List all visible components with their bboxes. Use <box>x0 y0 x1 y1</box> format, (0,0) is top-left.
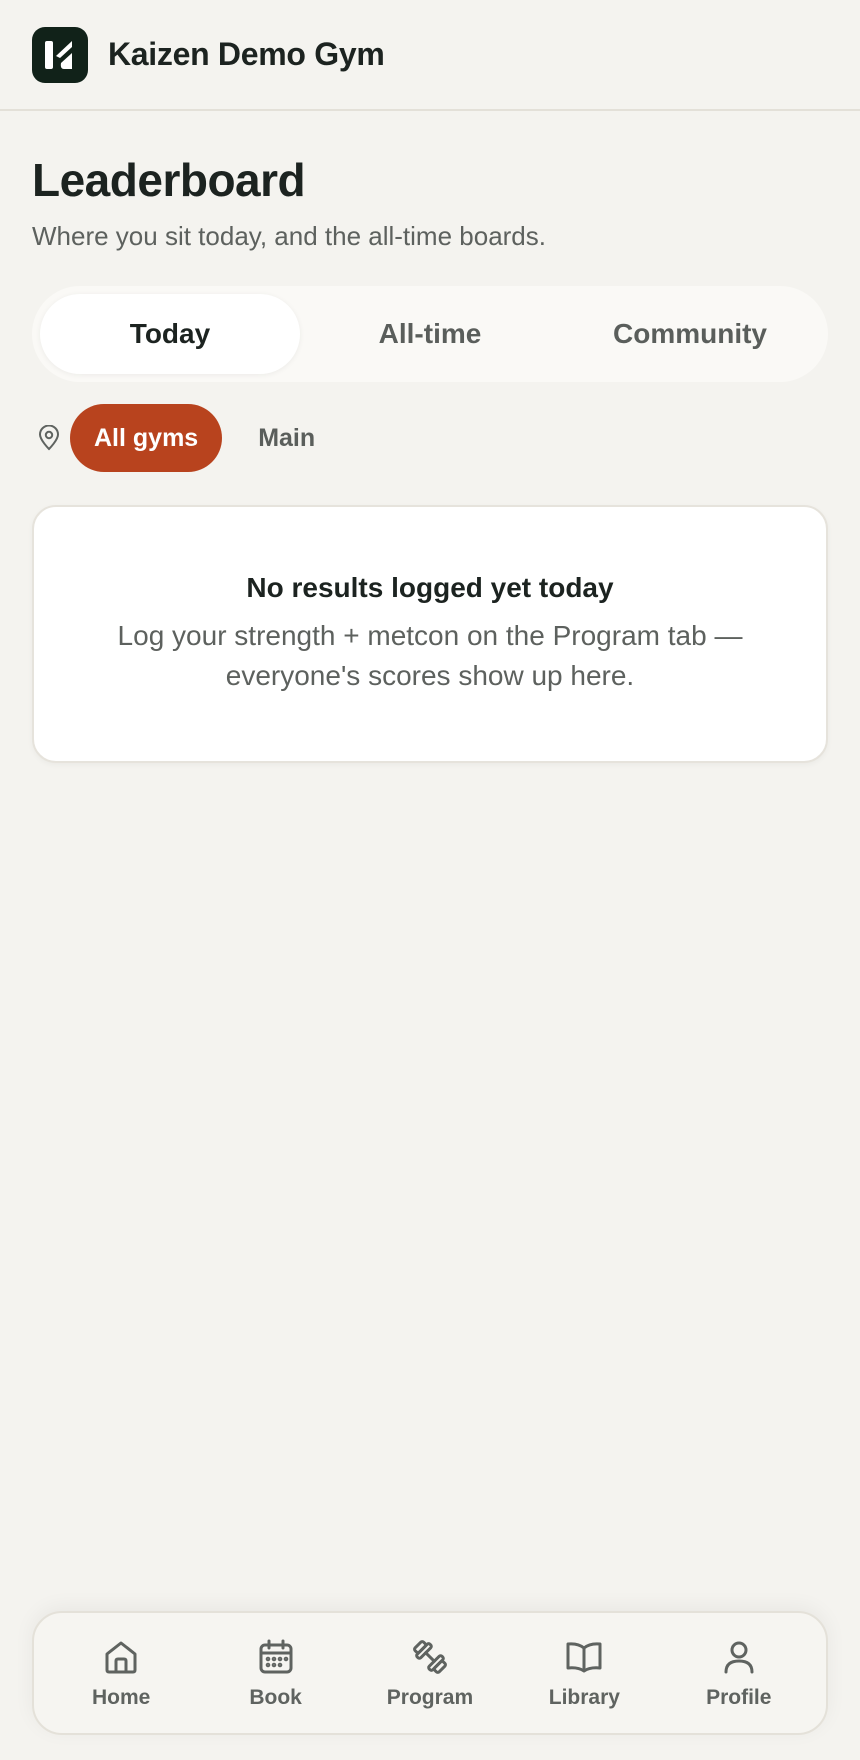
gym-filter: All gyms Main <box>32 404 828 472</box>
nav-book[interactable]: Book <box>206 1636 346 1710</box>
tab-today[interactable]: Today <box>40 294 300 374</box>
nav-label-home: Home <box>92 1686 151 1709</box>
tab-all-time[interactable]: All-time <box>300 294 560 374</box>
gym-chip-main[interactable]: Main <box>234 404 339 472</box>
calendar-icon <box>255 1636 297 1678</box>
page-title: Leaderboard <box>32 154 306 206</box>
nav-label-profile: Profile <box>706 1686 772 1709</box>
dumbbell-icon <box>409 1636 451 1678</box>
empty-state-body: Log your strength + metcon on the Progra… <box>117 620 743 691</box>
leaderboard-tabs: Today All-time Community <box>32 286 828 382</box>
tab-community[interactable]: Community <box>560 294 820 374</box>
page-header: Leaderboard Where you sit today, and the… <box>0 111 860 252</box>
bottom-nav: Home Book Program Library Profile <box>32 1611 828 1735</box>
book-open-icon <box>563 1636 605 1678</box>
gym-name: Kaizen Demo Gym <box>108 36 385 72</box>
nav-profile[interactable]: Profile <box>669 1636 809 1710</box>
nav-program[interactable]: Program <box>360 1636 500 1710</box>
app-root: Kaizen Demo Gym Leaderboard Where you si… <box>0 0 860 1760</box>
nav-label-library: Library <box>548 1686 620 1709</box>
nav-label-book: Book <box>249 1686 302 1709</box>
location-pin-icon <box>32 421 66 455</box>
empty-state-card: No results logged yet today Log your str… <box>32 505 828 763</box>
page-subtitle: Where you sit today, and the all-time bo… <box>32 221 546 251</box>
nav-library[interactable]: Library <box>514 1636 654 1710</box>
nav-home[interactable]: Home <box>51 1636 191 1710</box>
home-icon <box>100 1636 142 1678</box>
gym-chip-all-gyms[interactable]: All gyms <box>70 404 223 472</box>
app-header: Kaizen Demo Gym <box>0 0 860 111</box>
user-icon <box>718 1636 760 1678</box>
kaizen-logo-icon[interactable] <box>32 26 88 83</box>
nav-label-program: Program <box>386 1686 474 1709</box>
empty-state-title: No results logged yet today <box>246 572 614 603</box>
